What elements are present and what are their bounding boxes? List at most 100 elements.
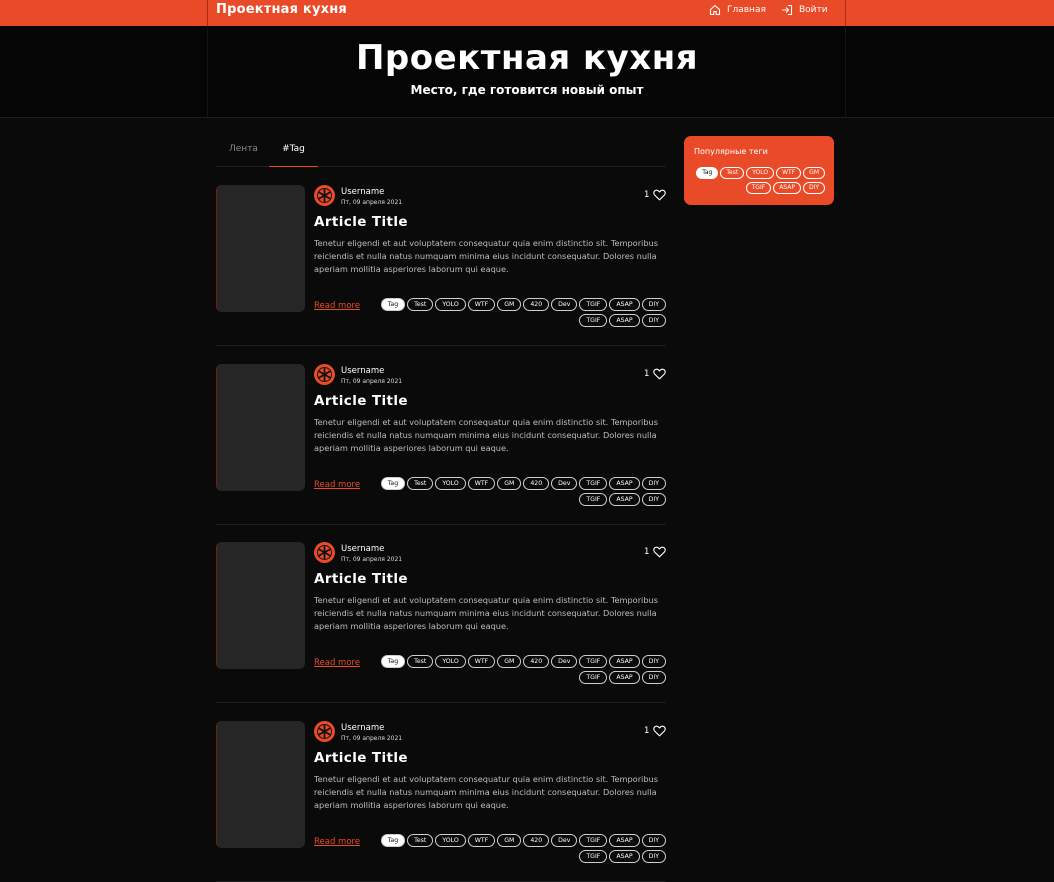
- tag-chip[interactable]: Dev: [551, 477, 578, 490]
- tag-chip[interactable]: WTF: [467, 298, 496, 311]
- like-count: 1: [644, 190, 650, 200]
- tab-feed[interactable]: Лента: [229, 144, 258, 167]
- tag-chip[interactable]: TGIF: [579, 298, 608, 311]
- tag-chip[interactable]: YOLO: [746, 167, 775, 179]
- tag-chip[interactable]: ASAP: [609, 850, 640, 863]
- article-title[interactable]: Article Title: [314, 750, 408, 766]
- tag-chip[interactable]: Test: [407, 834, 434, 847]
- article-thumbnail[interactable]: [216, 185, 305, 312]
- article-title[interactable]: Article Title: [314, 393, 408, 409]
- heart-icon[interactable]: [653, 368, 666, 380]
- tag-chip[interactable]: YOLO: [435, 834, 466, 847]
- tag-chip[interactable]: Tag: [696, 167, 719, 179]
- tag-chip[interactable]: Tag: [380, 298, 406, 311]
- tag-chip[interactable]: 420: [523, 834, 550, 847]
- article-title[interactable]: Article Title: [314, 571, 408, 587]
- tag-chip[interactable]: WTF: [776, 167, 802, 179]
- author-username[interactable]: Username: [341, 366, 384, 376]
- tag-chip[interactable]: TGIF: [579, 477, 608, 490]
- tag-chip[interactable]: DIY: [641, 314, 666, 327]
- tag-chip[interactable]: Tag: [380, 655, 406, 668]
- tag-chip[interactable]: TGIF: [579, 655, 608, 668]
- like-count: 1: [644, 726, 650, 736]
- login-icon: [781, 4, 793, 16]
- read-more-link[interactable]: Read more: [314, 301, 360, 311]
- tag-chip[interactable]: ASAP: [609, 314, 640, 327]
- tag-chip[interactable]: WTF: [467, 655, 496, 668]
- nav-home-link[interactable]: Главная: [709, 4, 766, 16]
- author-username[interactable]: Username: [341, 187, 384, 197]
- tag-chip[interactable]: GM: [497, 477, 522, 490]
- tag-chip[interactable]: Dev: [551, 834, 578, 847]
- popular-tags-panel: Популярные теги Tag Test YOLO WTF GM TGIF ASA…: [684, 136, 834, 205]
- asterisk-avatar-icon[interactable]: [314, 364, 335, 385]
- tag-chip[interactable]: TGIF: [745, 182, 772, 194]
- nav-login-link[interactable]: Войти: [781, 4, 828, 16]
- asterisk-avatar-icon[interactable]: [314, 185, 335, 206]
- read-more-link[interactable]: Read more: [314, 837, 360, 847]
- tag-chip[interactable]: TGIF: [579, 314, 608, 327]
- tag-chip[interactable]: YOLO: [435, 477, 466, 490]
- tag-chip[interactable]: Tag: [380, 477, 406, 490]
- tag-chip[interactable]: DIY: [802, 182, 825, 194]
- tag-chip[interactable]: TGIF: [579, 834, 608, 847]
- asterisk-avatar-icon[interactable]: [314, 542, 335, 563]
- brand-logo-text[interactable]: Проектная кухня: [216, 2, 347, 17]
- tab-tag[interactable]: #Tag: [269, 144, 318, 167]
- article-title[interactable]: Article Title: [314, 214, 408, 230]
- tag-chip[interactable]: GM: [803, 167, 825, 179]
- tag-chip[interactable]: Test: [407, 477, 434, 490]
- tag-chip[interactable]: GM: [497, 298, 522, 311]
- tag-chip[interactable]: WTF: [467, 477, 496, 490]
- tag-chip[interactable]: ASAP: [609, 477, 640, 490]
- tag-chip[interactable]: 420: [523, 477, 550, 490]
- heart-icon[interactable]: [653, 546, 666, 558]
- tag-chip[interactable]: ASAP: [773, 182, 801, 194]
- tag-chip[interactable]: YOLO: [435, 655, 466, 668]
- heart-icon[interactable]: [653, 725, 666, 737]
- article-thumbnail[interactable]: [216, 542, 305, 669]
- tag-chip[interactable]: 420: [523, 298, 550, 311]
- author-username[interactable]: Username: [341, 544, 384, 554]
- tag-chip[interactable]: ASAP: [609, 298, 640, 311]
- tag-chip[interactable]: GM: [497, 834, 522, 847]
- post-date: Пт, 09 апреля 2021: [341, 199, 403, 206]
- article-card: Username Пт, 09 апреля 2021 1 Article Ti…: [216, 185, 666, 346]
- author-username[interactable]: Username: [341, 723, 384, 733]
- asterisk-avatar-icon[interactable]: [314, 721, 335, 742]
- tag-chip[interactable]: TGIF: [579, 493, 608, 506]
- heart-icon[interactable]: [653, 189, 666, 201]
- tag-chip[interactable]: Test: [407, 298, 434, 311]
- tag-chip[interactable]: YOLO: [435, 298, 466, 311]
- tag-chip[interactable]: 420: [523, 655, 550, 668]
- popular-tags-row: Tag Test YOLO WTF GM: [696, 167, 825, 179]
- read-more-link[interactable]: Read more: [314, 658, 360, 668]
- tag-chip[interactable]: DIY: [641, 655, 666, 668]
- tag-chip[interactable]: ASAP: [609, 834, 640, 847]
- article-tags-row: TGIF ASAP DIY: [579, 493, 666, 506]
- tag-chip[interactable]: ASAP: [609, 655, 640, 668]
- tag-chip[interactable]: TGIF: [579, 671, 608, 684]
- tag-chip[interactable]: DIY: [641, 298, 666, 311]
- tag-chip[interactable]: Dev: [551, 655, 578, 668]
- tag-chip[interactable]: ASAP: [609, 493, 640, 506]
- tag-chip[interactable]: Test: [720, 167, 745, 179]
- tag-chip[interactable]: DIY: [641, 850, 666, 863]
- tag-chip[interactable]: ASAP: [609, 671, 640, 684]
- article-thumbnail[interactable]: [216, 364, 305, 491]
- article-excerpt: Tenetur eligendi et aut voluptatem conse…: [314, 238, 658, 275]
- tag-chip[interactable]: WTF: [467, 834, 496, 847]
- article-thumbnail[interactable]: [216, 721, 305, 848]
- tag-chip[interactable]: DIY: [641, 834, 666, 847]
- tag-chip[interactable]: DIY: [641, 477, 666, 490]
- tag-chip[interactable]: DIY: [641, 671, 666, 684]
- read-more-link[interactable]: Read more: [314, 480, 360, 490]
- tag-chip[interactable]: Test: [407, 655, 434, 668]
- tag-chip[interactable]: Dev: [551, 298, 578, 311]
- tag-chip[interactable]: GM: [497, 655, 522, 668]
- tag-chip[interactable]: DIY: [641, 493, 666, 506]
- post-date: Пт, 09 апреля 2021: [341, 378, 403, 385]
- tag-chip[interactable]: Tag: [380, 834, 406, 847]
- tag-chip[interactable]: TGIF: [579, 850, 608, 863]
- post-date: Пт, 09 апреля 2021: [341, 556, 403, 563]
